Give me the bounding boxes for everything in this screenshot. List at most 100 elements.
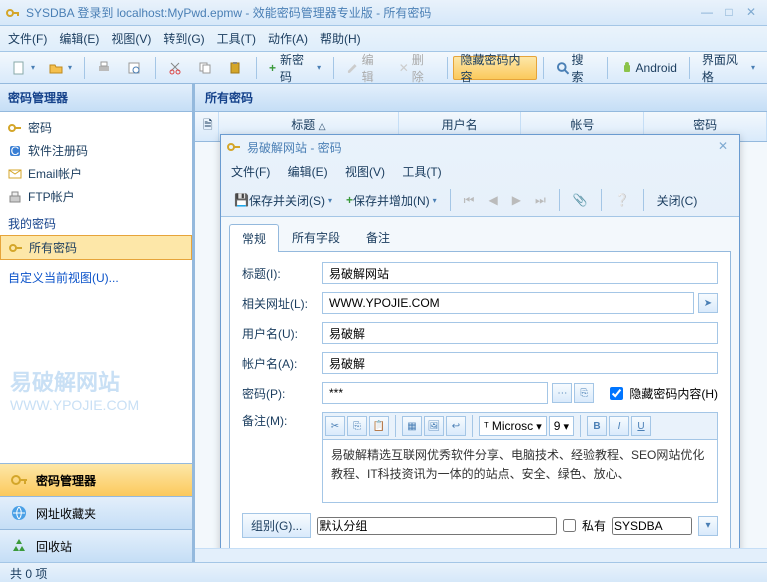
search-button[interactable]: 搜索 (550, 56, 601, 80)
help-icon[interactable]: ❔ (610, 188, 635, 212)
italic-icon[interactable]: I (609, 416, 629, 436)
save-add-button[interactable]: + 保存并增加(N)▾ (341, 188, 442, 212)
copy-icon-memo[interactable]: ⎘ (347, 416, 367, 436)
dialog-title: 易破解网站 - 密码 (247, 139, 713, 156)
menu-goto[interactable]: 转到(G) (163, 30, 204, 47)
nav-password-manager[interactable]: 密码管理器 (0, 463, 192, 496)
col-icon[interactable]: 🗎 (195, 112, 219, 141)
open-icon[interactable]: ▾ (43, 56, 78, 80)
tree-item-email[interactable]: Email帐户 (0, 162, 192, 185)
custom-view-link[interactable]: 自定义当前视图(U)... (0, 266, 192, 289)
nav-first-icon[interactable]: ⏮ (459, 188, 480, 212)
nav-next-icon[interactable]: ▶ (507, 188, 526, 212)
paste-icon-memo[interactable]: 📋 (369, 416, 389, 436)
label-account: 帐户名(A): (242, 355, 322, 372)
preview-icon[interactable] (121, 56, 149, 80)
svg-text:C: C (11, 144, 20, 158)
dialog-close-button[interactable]: ✕ (713, 139, 733, 155)
group-button[interactable]: 组别(G)... (242, 513, 311, 538)
memo-textarea[interactable]: 易破解精选互联网优秀软件分享、电脑技术、经验教程、SEO网站优化教程、IT科技资… (322, 439, 718, 503)
pwd-action2-icon[interactable]: ⎘ (574, 383, 594, 403)
tree-my-header: 我的密码 (0, 212, 192, 235)
tree-item-software[interactable]: C软件注册码 (0, 139, 192, 162)
tree: 密码 C软件注册码 Email帐户 FTP帐户 我的密码 所有密码 自定义当前视… (0, 112, 192, 463)
attach-icon[interactable]: 📎 (568, 188, 593, 212)
fontsize-select[interactable]: 9 ▾ (549, 416, 574, 436)
label-password: 密码(P): (242, 385, 322, 402)
sidebar-header: 密码管理器 (0, 84, 192, 112)
dlg-menu-file[interactable]: 文件(F) (231, 165, 270, 179)
private-label: 私有 (582, 517, 606, 534)
menu-help[interactable]: 帮助(H) (320, 30, 361, 47)
bold-icon[interactable]: B (587, 416, 607, 436)
tree-item-ftp[interactable]: FTP帐户 (0, 185, 192, 208)
url-field[interactable] (322, 292, 694, 314)
dlg-menu-edit[interactable]: 编辑(E) (288, 165, 328, 179)
menu-edit[interactable]: 编辑(E) (59, 30, 99, 47)
maximize-button[interactable]: □ (719, 5, 739, 21)
group-field[interactable] (317, 517, 557, 535)
save-close-button[interactable]: 💾 保存并关闭(S)▾ (229, 188, 337, 212)
new-password-button[interactable]: +新密码▾ (263, 56, 327, 80)
account-field[interactable] (322, 352, 718, 374)
dlg-menu-view[interactable]: 视图(V) (345, 165, 385, 179)
dialog-titlebar: 易破解网站 - 密码 ✕ (221, 135, 739, 159)
owner-field[interactable] (612, 517, 692, 535)
new-doc-icon[interactable]: ▾ (6, 56, 41, 80)
tab-general[interactable]: 常规 (229, 224, 279, 252)
scrollbar-h[interactable] (195, 548, 767, 562)
url-go-icon[interactable]: ➤ (698, 293, 718, 313)
close-button[interactable]: ✕ (741, 5, 761, 21)
owner-dropdown-icon[interactable]: ▾ (698, 516, 718, 536)
status-count: 共 0 项 (10, 567, 47, 581)
cut-icon-memo[interactable]: ✂ (325, 416, 345, 436)
title-field[interactable] (322, 262, 718, 284)
nav-prev-icon[interactable]: ◀ (483, 188, 502, 212)
label-user: 用户名(U): (242, 325, 322, 342)
hide-password-button[interactable]: 隐藏密码内容 (453, 56, 537, 80)
sidebar: 密码管理器 密码 C软件注册码 Email帐户 FTP帐户 我的密码 所有密码 … (0, 84, 195, 562)
break-icon[interactable]: ↩ (446, 416, 466, 436)
copy-icon[interactable] (192, 56, 220, 80)
watermark: 易破解网站 WWW.YPOJIE.COM (10, 365, 139, 413)
menu-action[interactable]: 动作(A) (268, 30, 308, 47)
image-icon[interactable]: 🖼 (424, 416, 444, 436)
password-field[interactable] (322, 382, 548, 404)
tree-item-password[interactable]: 密码 (0, 116, 192, 139)
delete-button[interactable]: ✕删除 (393, 56, 441, 80)
nav-recycle[interactable]: 回收站 (0, 529, 192, 562)
hide-pwd-label: 隐藏密码内容(H) (629, 385, 718, 402)
dlg-menu-tools[interactable]: 工具(T) (402, 165, 441, 179)
font-select[interactable]: ᵀ Microsc ▾ (479, 416, 547, 436)
window-title: SYSDBA 登录到 localhost:MyPwd.epmw - 效能密码管理… (26, 4, 697, 21)
content: 所有密码 🗎 标题 △ 用户名 帐号 密码 易破解网站 - 密码 ✕ 文件(F)… (195, 84, 767, 562)
tree-item-all-passwords[interactable]: 所有密码 (0, 235, 192, 260)
print-icon[interactable] (91, 56, 119, 80)
user-field[interactable] (322, 322, 718, 344)
titlebar: SYSDBA 登录到 localhost:MyPwd.epmw - 效能密码管理… (0, 0, 767, 26)
tab-memo[interactable]: 备注 (353, 223, 403, 251)
menu-tools[interactable]: 工具(T) (217, 30, 256, 47)
menu-file[interactable]: 文件(F) (8, 30, 47, 47)
hide-pwd-checkbox[interactable] (610, 387, 623, 400)
paste-icon[interactable] (222, 56, 250, 80)
close-button-dlg[interactable]: 关闭(C) (652, 188, 703, 212)
nav-bookmarks[interactable]: 网址收藏夹 (0, 496, 192, 529)
android-button[interactable]: Android (614, 56, 683, 80)
private-checkbox[interactable] (563, 519, 576, 532)
side-nav: 密码管理器 网址收藏夹 回收站 (0, 463, 192, 562)
dialog-tabs: 常规 所有字段 备注 (229, 223, 731, 252)
underline-icon[interactable]: U (631, 416, 651, 436)
dialog-icon (227, 140, 241, 154)
label-memo: 备注(M): (242, 412, 322, 429)
ui-style-button[interactable]: 界面风格▾ (696, 56, 761, 80)
edit-button[interactable]: 编辑 (340, 56, 391, 80)
table-icon[interactable]: ▦ (402, 416, 422, 436)
toolbar: ▾ ▾ +新密码▾ 编辑 ✕删除 隐藏密码内容 搜索 Android 界面风格▾ (0, 52, 767, 84)
cut-icon[interactable] (162, 56, 190, 80)
tab-all-fields[interactable]: 所有字段 (279, 223, 353, 251)
minimize-button[interactable]: — (697, 5, 717, 21)
menu-view[interactable]: 视图(V) (111, 30, 151, 47)
pwd-action1-icon[interactable]: ⋯ (552, 383, 572, 403)
nav-last-icon[interactable]: ⏭ (530, 188, 551, 212)
